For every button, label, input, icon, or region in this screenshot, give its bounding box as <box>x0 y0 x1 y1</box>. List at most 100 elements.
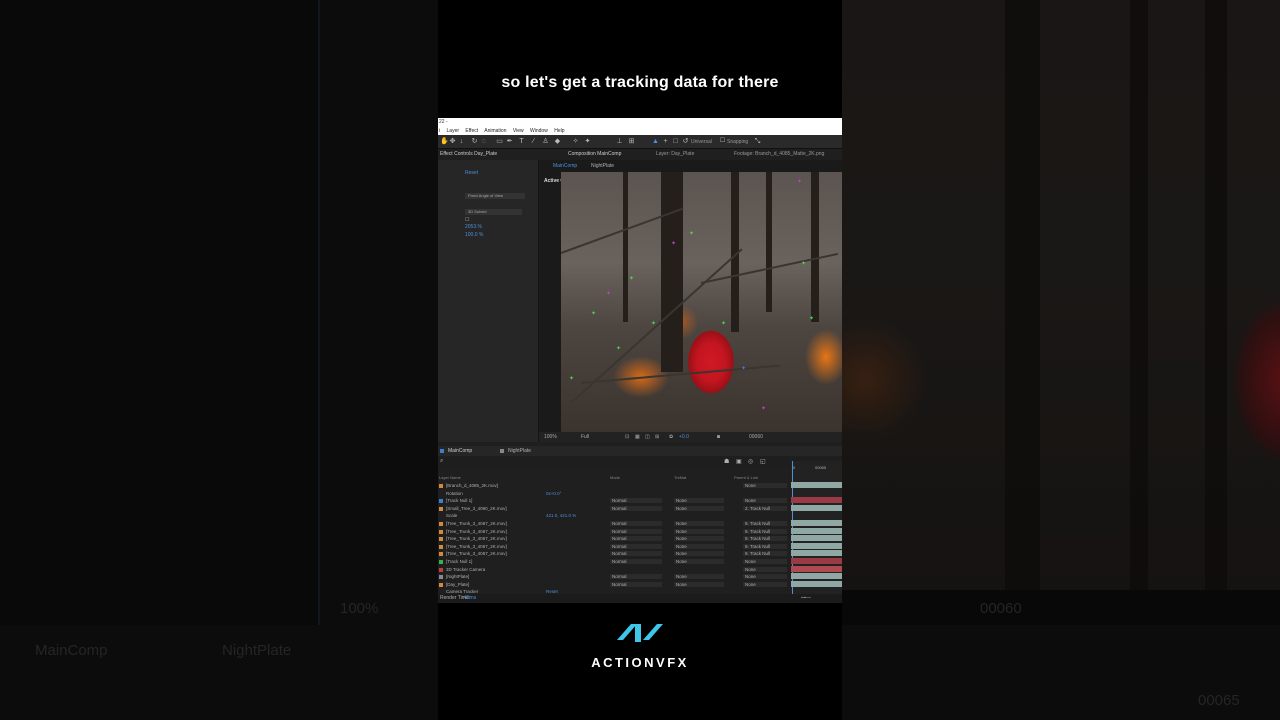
blend-mode-dropdown[interactable]: Normal <box>610 536 662 542</box>
layer-name[interactable]: [Small_Tree_3_4090_2K.mov] <box>446 505 507 513</box>
box-icon[interactable]: □ <box>672 138 679 145</box>
zoom-slider[interactable]: ⊶— <box>801 594 811 603</box>
header-trkmat[interactable]: TrkMat <box>674 475 686 480</box>
layer-row[interactable]: [Tree_Trunk_3_4067_2K.mov] Normal None 9. T… <box>438 528 790 536</box>
layer-color-label[interactable] <box>439 521 443 526</box>
layer-color-label[interactable] <box>439 484 443 488</box>
layer-name[interactable]: [Track Null 1] <box>446 497 472 505</box>
layer-name[interactable]: 3D Tracker Camera <box>446 566 485 574</box>
tab-composition[interactable]: Composition MainComp <box>568 149 621 159</box>
track-point[interactable]: ✦ <box>689 231 694 237</box>
region-icon[interactable]: ⊡ <box>625 432 629 442</box>
layer-row[interactable]: [Tree_Trunk_3_4067_2K.mov] Normal None 9. T… <box>438 550 790 558</box>
track-point[interactable]: ✦ <box>616 346 621 352</box>
effect-reset-link[interactable]: Reset <box>465 170 478 176</box>
timeline-search[interactable]: ⌕ ☗ ▣ ◎ ◱ <box>438 457 842 467</box>
menu-window[interactable]: Window <box>530 128 548 134</box>
layer-duration-bar[interactable] <box>791 542 842 549</box>
stamp-tool-icon[interactable]: ♙ <box>542 138 549 145</box>
track-point[interactable]: ✦ <box>721 321 726 327</box>
parent-dropdown[interactable]: None <box>743 581 787 587</box>
parent-dropdown[interactable]: 9. Track Null <box>743 528 787 534</box>
parent-dropdown[interactable]: None <box>743 574 787 580</box>
crosshair-icon[interactable]: + <box>662 138 669 145</box>
effect-value-1[interactable]: 2053.% <box>465 224 482 230</box>
track-point[interactable]: ✦ <box>801 261 806 267</box>
parent-dropdown[interactable]: 9. Track Null <box>743 520 787 526</box>
parent-dropdown[interactable]: 9. Track Null <box>743 536 787 542</box>
effect-value-2[interactable]: 100.0 % <box>465 232 483 238</box>
property-value[interactable]: 0x+0.0° <box>546 490 561 498</box>
layer-row[interactable]: [Track Null 1] Normal None None <box>438 497 790 505</box>
orbit-icon[interactable]: ↺ <box>682 138 689 145</box>
timeline-tab-maincomp[interactable]: MainComp <box>448 446 472 456</box>
blend-mode-dropdown[interactable]: Normal <box>610 558 662 564</box>
blend-mode-dropdown[interactable]: Normal <box>610 498 662 504</box>
layer-duration-bar[interactable] <box>791 482 842 488</box>
layer-color-label[interactable] <box>439 552 443 557</box>
layer-duration-bar[interactable] <box>791 558 842 564</box>
layer-duration-bar[interactable] <box>791 565 842 572</box>
layer-row[interactable]: Rotation 0x+0.0° <box>438 490 790 498</box>
parent-dropdown[interactable]: None <box>743 558 787 564</box>
track-point[interactable]: ✦ <box>761 406 766 412</box>
header-mode[interactable]: Mode <box>610 475 620 480</box>
tab-footage[interactable]: Footage: Branch_d_4085_Matte_2K.png <box>734 149 824 159</box>
track-matte-dropdown[interactable]: None <box>674 520 724 526</box>
menu-help[interactable]: Help <box>554 128 564 134</box>
layer-row[interactable]: [Small_Tree_3_4090_2K.mov] Normal None 2. T… <box>438 505 790 513</box>
graph-editor-icon[interactable]: ◱ <box>760 458 766 465</box>
camera-snapshot-icon[interactable]: ◙ <box>717 432 720 442</box>
header-layer-name[interactable]: Layer Name <box>439 475 461 480</box>
track-point[interactable]: ✦ <box>629 276 634 282</box>
header-parent[interactable]: Parent & Link <box>734 475 758 480</box>
track-matte-dropdown[interactable]: None <box>674 505 724 511</box>
layer-name[interactable]: [Track Null 1] <box>446 558 472 566</box>
pen-tool-icon[interactable]: ✒ <box>506 138 513 145</box>
layer-name[interactable]: [Day_Plate] <box>446 581 469 589</box>
layer-color-label[interactable] <box>439 499 443 504</box>
brush-tool-icon[interactable]: ⁄ <box>530 138 537 145</box>
layer-color-label[interactable] <box>439 567 443 572</box>
track-matte-dropdown[interactable]: None <box>674 551 724 557</box>
eraser-tool-icon[interactable]: ◆ <box>554 138 561 145</box>
transparency-icon[interactable]: ▦ <box>635 432 640 442</box>
menu-animation[interactable]: Animation <box>484 128 506 134</box>
blend-mode-dropdown[interactable]: Normal <box>610 574 662 580</box>
track-point[interactable]: ✦ <box>671 241 676 247</box>
layer-row[interactable]: [Tree_Trunk_3_4067_2K.mov] Normal None 9. T… <box>438 535 790 543</box>
layer-row[interactable]: 3D Tracker Camera None <box>438 566 790 574</box>
layer-row[interactable]: [Track Null 1] Normal None None <box>438 558 790 566</box>
layer-name[interactable]: [Branch_d_4085_2K.mov] <box>446 482 498 490</box>
layer-duration-bar[interactable] <box>791 580 842 587</box>
snap-icon[interactable]: ⤡ <box>754 138 761 145</box>
layer-color-label[interactable] <box>439 506 443 511</box>
search-icon[interactable]: ⌕ <box>440 458 443 465</box>
layer-row[interactable]: [Tree_Trunk_3_4067_2K.mov] Normal None 9. T… <box>438 543 790 551</box>
fov-mode-dropdown[interactable]: Fixed Angle of View <box>465 193 525 199</box>
move-tool-icon[interactable]: ✥ <box>449 138 456 145</box>
zoom-dropdown[interactable]: 100% <box>544 432 557 442</box>
camera-tool-icon[interactable]: ◌ <box>480 138 487 145</box>
layer-color-label[interactable] <box>439 582 443 587</box>
layer-color-label[interactable] <box>439 529 443 534</box>
layer-row[interactable]: [Tree_Trunk_3_4067_2K.mov] Normal None 9. T… <box>438 520 790 528</box>
frame-blend-icon[interactable]: ▣ <box>736 458 742 465</box>
resolution-dropdown[interactable]: Full <box>581 432 589 442</box>
layer-row[interactable]: [Day_Plate] Normal None None <box>438 581 790 589</box>
layer-name[interactable]: [Tree_Trunk_3_4067_2K.mov] <box>446 535 507 543</box>
layer-color-label[interactable] <box>439 544 443 549</box>
track-point[interactable]: ✦ <box>606 291 611 297</box>
axis-icon[interactable]: ⊥ <box>616 138 623 145</box>
solve-status-dropdown[interactable]: 3D Solved <box>465 209 522 215</box>
menu-effect[interactable]: Effect <box>465 128 478 134</box>
puppet-tool-icon[interactable]: ✦ <box>584 138 591 145</box>
layer-name[interactable]: [Tree_Trunk_3_4067_2K.mov] <box>446 528 507 536</box>
parent-dropdown[interactable]: None <box>743 498 787 504</box>
parent-dropdown[interactable]: 2. Track Null <box>743 505 787 511</box>
track-matte-dropdown[interactable]: None <box>674 581 724 587</box>
type-tool-icon[interactable]: T <box>518 138 525 145</box>
blend-mode-dropdown[interactable]: Normal <box>610 581 662 587</box>
rotate-tool-icon[interactable]: ↻ <box>471 138 478 145</box>
layer-row[interactable]: Scale 421.0, 421.0 % <box>438 512 790 520</box>
